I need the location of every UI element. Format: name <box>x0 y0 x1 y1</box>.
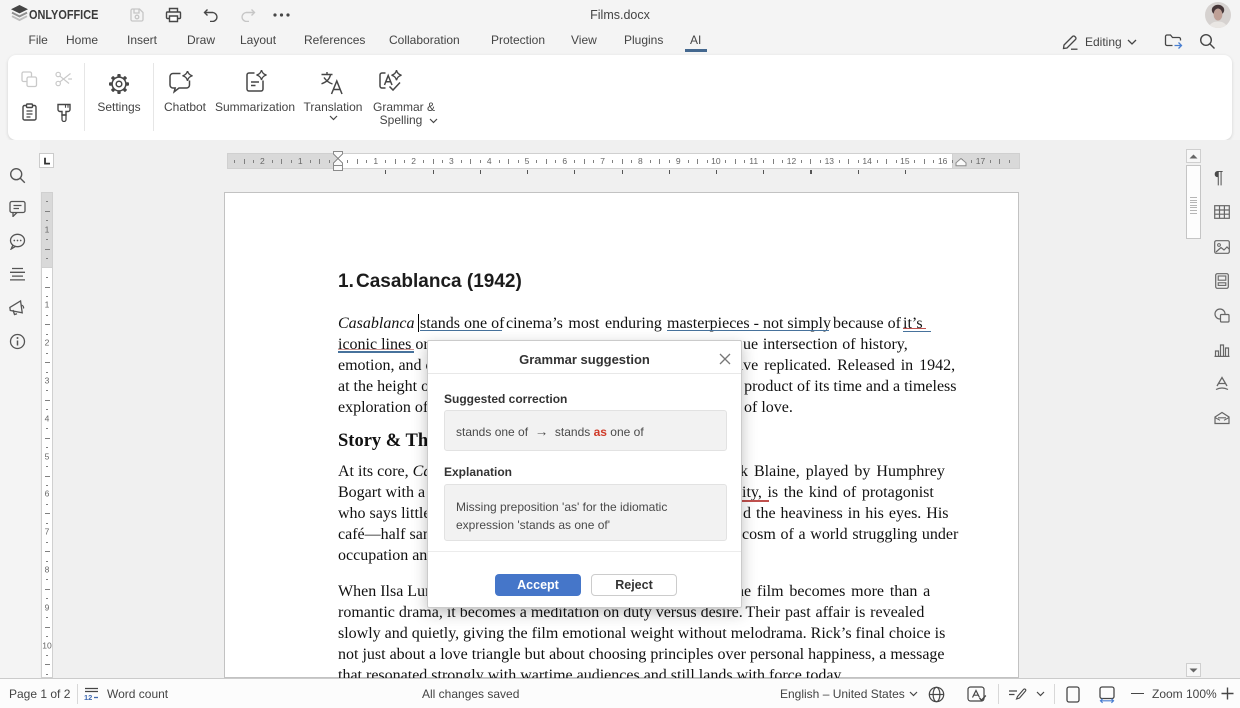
svg-text:12: 12 <box>84 693 92 701</box>
